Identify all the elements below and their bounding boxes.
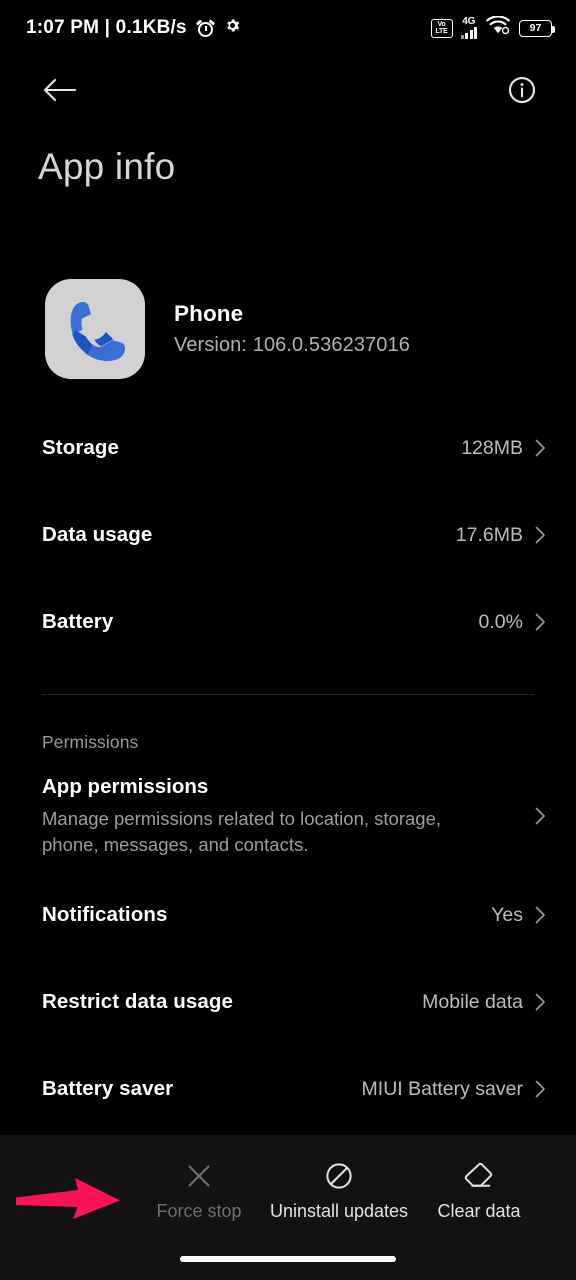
- app-name: Phone: [174, 301, 244, 326]
- battery-icon: 97: [519, 19, 555, 37]
- chevron-right-icon: [535, 439, 546, 457]
- close-x-icon: [184, 1159, 214, 1193]
- row-label: Data usage: [42, 523, 153, 546]
- phone-app-icon: [45, 279, 145, 379]
- row-right: 17.6MB: [456, 524, 546, 547]
- app-permissions-text: App permissions Manage permissions relat…: [42, 775, 494, 858]
- row-value: 0.0%: [478, 610, 523, 633]
- force-stop-button[interactable]: Force stop: [129, 1159, 269, 1222]
- alarm-icon: [195, 18, 215, 38]
- row-right: 0.0%: [479, 611, 546, 634]
- row-data-usage[interactable]: Data usage 17.6MB: [0, 508, 576, 562]
- row-value: 128MB: [461, 436, 523, 459]
- row-restrict-data-usage[interactable]: Restrict data usage Mobile data: [0, 975, 576, 1029]
- chevron-right-icon: [535, 906, 546, 924]
- home-indicator[interactable]: [180, 1256, 396, 1262]
- row-value: 17.6MB: [455, 523, 523, 546]
- volte-top-text: Vo: [437, 21, 446, 28]
- app-bar: [0, 64, 576, 120]
- status-clock-and-network-speed: 1:07 PM | 0.1KB/s: [26, 17, 187, 38]
- permissions-section-heading: Permissions: [42, 732, 139, 752]
- eraser-icon: [463, 1159, 495, 1193]
- row-right: 128MB: [461, 437, 546, 460]
- page-title: App info: [38, 146, 176, 187]
- cellular-signal-icon: 4G: [460, 16, 477, 39]
- back-button[interactable]: [38, 70, 82, 114]
- row-battery-saver[interactable]: Battery saver MIUI Battery saver: [0, 1062, 576, 1116]
- chevron-right-icon: [535, 993, 546, 1011]
- app-version: Version: 106.0.536237016: [174, 334, 410, 356]
- force-stop-label: Force stop: [156, 1200, 242, 1221]
- row-battery[interactable]: Battery 0.0%: [0, 595, 576, 649]
- row-right: Yes: [491, 904, 546, 927]
- row-label: Restrict data usage: [42, 990, 234, 1013]
- section-divider: [42, 694, 534, 695]
- back-arrow-icon: [43, 77, 77, 108]
- app-details-info-button[interactable]: [500, 70, 544, 114]
- row-value: Mobile data: [422, 990, 523, 1013]
- app-header: Phone Version: 106.0.536237016: [45, 279, 410, 379]
- app-permissions-subtitle: Manage permissions related to location, …: [42, 807, 441, 855]
- clear-data-label: Clear data: [437, 1200, 521, 1221]
- chevron-right-icon: [535, 526, 546, 544]
- clear-data-button[interactable]: Clear data: [409, 1159, 549, 1222]
- status-bar-left: 1:07 PM | 0.1KB/s: [26, 17, 241, 39]
- status-bar: 1:07 PM | 0.1KB/s Vo LTE 4G 97: [0, 0, 576, 56]
- chevron-right-icon: [535, 807, 546, 825]
- row-right: MIUI Battery saver: [362, 1078, 546, 1101]
- row-notifications[interactable]: Notifications Yes: [0, 888, 576, 942]
- annotation-arrow-pointing-to-force-stop: [16, 1178, 121, 1226]
- row-label: Notifications: [42, 903, 168, 926]
- row-storage[interactable]: Storage 128MB: [0, 421, 576, 475]
- row-value: Yes: [491, 903, 523, 926]
- row-value: MIUI Battery saver: [361, 1077, 523, 1100]
- wifi-icon: [485, 15, 511, 40]
- row-label: Battery: [42, 610, 114, 633]
- uninstall-updates-label: Uninstall updates: [269, 1200, 409, 1221]
- row-right: Mobile data: [422, 991, 546, 1014]
- uninstall-updates-button[interactable]: Uninstall updates: [269, 1159, 409, 1222]
- chevron-right-icon: [535, 1080, 546, 1098]
- info-circle-icon: [507, 75, 537, 110]
- row-label: Storage: [42, 436, 120, 459]
- chevron-right-icon: [535, 613, 546, 631]
- block-circle-icon: [324, 1159, 354, 1193]
- volte-bottom-text: LTE: [435, 28, 448, 35]
- battery-level-text: 97: [529, 21, 542, 34]
- app-meta: Phone Version: 106.0.536237016: [174, 301, 410, 357]
- status-bar-right: Vo LTE 4G 97: [430, 15, 555, 40]
- network-type-label: 4G: [462, 16, 476, 27]
- row-app-permissions[interactable]: App permissions Manage permissions relat…: [0, 768, 576, 864]
- app-permissions-title: App permissions: [42, 774, 209, 798]
- volte-icon: Vo LTE: [430, 18, 453, 38]
- app-info-screen: 1:07 PM | 0.1KB/s Vo LTE 4G 97 App info …: [0, 0, 576, 1280]
- gear-icon: [224, 17, 241, 39]
- row-label: Battery saver: [42, 1077, 174, 1100]
